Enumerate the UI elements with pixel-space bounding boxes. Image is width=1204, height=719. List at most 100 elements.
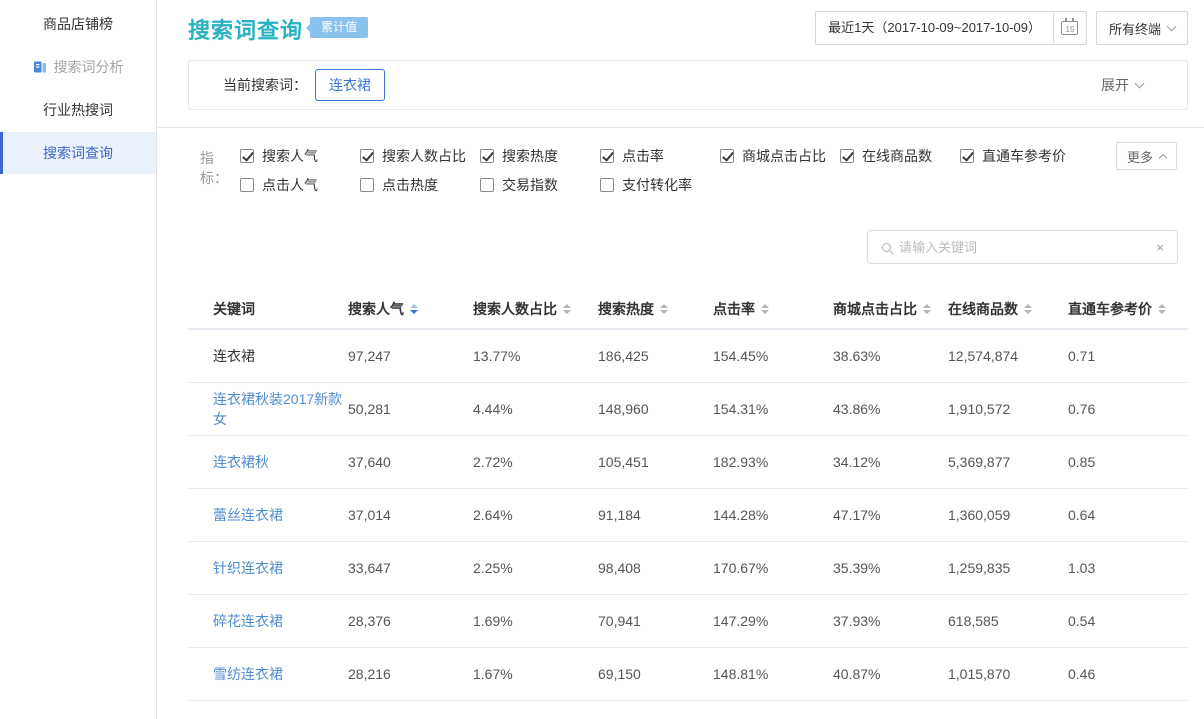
col-header-search-popularity[interactable]: 搜索人气 bbox=[348, 299, 473, 319]
value-cell: 37,014 bbox=[348, 507, 473, 523]
cumulative-badge: 累计值 bbox=[310, 17, 368, 38]
chevron-down-icon bbox=[1135, 78, 1145, 88]
keyword-search-box: × bbox=[867, 230, 1178, 264]
current-search-term-chip[interactable]: 连衣裙 bbox=[315, 69, 385, 101]
value-cell: 1.67% bbox=[473, 666, 598, 682]
value-cell: 37,640 bbox=[348, 454, 473, 470]
metric-ztc-reference-price[interactable]: 直通车参考价 bbox=[960, 146, 1066, 166]
metric-online-products[interactable]: 在线商品数 bbox=[840, 146, 960, 166]
checkbox-icon[interactable] bbox=[720, 149, 734, 163]
checkbox-icon[interactable] bbox=[840, 149, 854, 163]
value-cell: 1.69% bbox=[473, 613, 598, 629]
current-search-term-label: 当前搜索词： bbox=[223, 75, 307, 95]
value-cell: 1,360,059 bbox=[948, 507, 1068, 523]
table-row: 雪纺连衣裙 28,216 1.67% 69,150 148.81% 40.87%… bbox=[188, 648, 1188, 701]
value-cell: 147.29% bbox=[713, 613, 833, 629]
page-title: 搜索词查询 bbox=[188, 13, 303, 45]
metric-search-heat[interactable]: 搜索热度 bbox=[480, 146, 600, 166]
chevron-down-icon bbox=[1167, 21, 1177, 31]
clear-icon[interactable]: × bbox=[1156, 240, 1164, 255]
table-row: 连衣裙秋 37,640 2.72% 105,451 182.93% 34.12%… bbox=[188, 436, 1188, 489]
value-cell: 13.77% bbox=[473, 348, 598, 364]
value-cell: 0.64 bbox=[1068, 507, 1188, 523]
value-cell: 40.87% bbox=[833, 666, 948, 682]
sort-icon[interactable] bbox=[660, 304, 668, 314]
col-header-search-user-ratio[interactable]: 搜索人数占比 bbox=[473, 299, 598, 319]
value-cell: 0.71 bbox=[1068, 348, 1188, 364]
more-button[interactable]: 更多 bbox=[1116, 142, 1177, 170]
metrics-row-2: 点击人气 点击热度 交易指数 支付转化率 bbox=[240, 175, 1066, 195]
keyword-link[interactable]: 碎花连衣裙 bbox=[213, 611, 348, 631]
checkbox-icon[interactable] bbox=[360, 149, 374, 163]
col-header-online-products[interactable]: 在线商品数 bbox=[948, 299, 1068, 319]
checkbox-icon[interactable] bbox=[480, 149, 494, 163]
keyword-link[interactable]: 针织连衣裙 bbox=[213, 558, 348, 578]
col-header-click-rate[interactable]: 点击率 bbox=[713, 299, 833, 319]
value-cell: 47.17% bbox=[833, 507, 948, 523]
sidebar-item-label: 商品店铺榜 bbox=[43, 14, 113, 34]
keyword-link[interactable]: 连衣裙秋装2017新款女 bbox=[213, 389, 348, 429]
metric-mall-click-ratio[interactable]: 商城点击占比 bbox=[720, 146, 840, 166]
metric-transaction-index[interactable]: 交易指数 bbox=[480, 175, 600, 195]
sidebar-item-search-word-analysis[interactable]: 搜索词分析 bbox=[0, 46, 156, 88]
checkbox-icon[interactable] bbox=[240, 178, 254, 192]
topbar: 搜索词查询 累计值 最近1天（2017-10-09~2017-10-09） 15… bbox=[158, 0, 1204, 128]
value-cell: 97,247 bbox=[348, 348, 473, 364]
metric-click-rate[interactable]: 点击率 bbox=[600, 146, 720, 166]
sort-icon[interactable] bbox=[563, 304, 571, 314]
value-cell: 154.45% bbox=[713, 348, 833, 364]
sort-icon[interactable] bbox=[1158, 304, 1166, 314]
keyword-link[interactable]: 连衣裙秋 bbox=[213, 452, 348, 472]
sort-icon[interactable] bbox=[410, 304, 418, 314]
value-cell: 186,425 bbox=[598, 348, 713, 364]
calendar-button[interactable]: 15 bbox=[1053, 12, 1086, 44]
sort-icon[interactable] bbox=[761, 304, 769, 314]
checkbox-icon[interactable] bbox=[360, 178, 374, 192]
calendar-icon: 15 bbox=[1061, 21, 1078, 35]
value-cell: 37.93% bbox=[833, 613, 948, 629]
keyword-link[interactable]: 雪纺连衣裙 bbox=[213, 664, 348, 684]
analysis-icon bbox=[33, 60, 47, 74]
terminal-dropdown[interactable]: 所有终端 bbox=[1096, 11, 1188, 45]
metrics-panel: 指标： 搜索人气 搜索人数占比 搜索热度 点击率 bbox=[188, 146, 1066, 195]
expand-toggle[interactable]: 展开 bbox=[1101, 75, 1143, 95]
col-header-ztc-reference-price[interactable]: 直通车参考价 bbox=[1068, 299, 1188, 319]
value-cell: 28,376 bbox=[348, 613, 473, 629]
value-cell: 0.54 bbox=[1068, 613, 1188, 629]
col-header-keyword: 关键词 bbox=[213, 299, 348, 319]
keyword-cell: 连衣裙 bbox=[213, 346, 348, 366]
date-range-picker[interactable]: 最近1天（2017-10-09~2017-10-09） 15 bbox=[815, 11, 1087, 45]
keyword-link[interactable]: 蕾丝连衣裙 bbox=[213, 505, 348, 525]
table-row: 连衣裙 97,247 13.77% 186,425 154.45% 38.63%… bbox=[188, 330, 1188, 383]
sidebar-item-search-word-query[interactable]: 搜索词查询 bbox=[0, 132, 156, 174]
metric-payment-conversion[interactable]: 支付转化率 bbox=[600, 175, 692, 195]
metric-click-heat[interactable]: 点击热度 bbox=[360, 175, 480, 195]
value-cell: 98,408 bbox=[598, 560, 713, 576]
keyword-search-input[interactable] bbox=[899, 240, 1156, 255]
value-cell: 2.25% bbox=[473, 560, 598, 576]
value-cell: 33,647 bbox=[348, 560, 473, 576]
metric-search-user-ratio[interactable]: 搜索人数占比 bbox=[360, 146, 480, 166]
sidebar-item-industry-hot-words[interactable]: 行业热搜词 bbox=[0, 89, 156, 131]
sidebar-item-label: 搜索词分析 bbox=[54, 57, 124, 77]
sidebar-item-product-shop-rank[interactable]: 商品店铺榜 bbox=[0, 3, 156, 45]
value-cell: 105,451 bbox=[598, 454, 713, 470]
checkbox-icon[interactable] bbox=[600, 178, 614, 192]
metric-click-popularity[interactable]: 点击人气 bbox=[240, 175, 360, 195]
checkbox-icon[interactable] bbox=[240, 149, 254, 163]
sort-icon[interactable] bbox=[1024, 304, 1032, 314]
value-cell: 70,941 bbox=[598, 613, 713, 629]
checkbox-icon[interactable] bbox=[960, 149, 974, 163]
checkbox-icon[interactable] bbox=[600, 149, 614, 163]
metric-search-popularity[interactable]: 搜索人气 bbox=[240, 146, 360, 166]
value-cell: 2.64% bbox=[473, 507, 598, 523]
table-header-row: 关键词 搜索人气 搜索人数占比 搜索热度 点击率 商城点击占比 bbox=[188, 290, 1188, 330]
sort-icon[interactable] bbox=[923, 304, 931, 314]
col-header-mall-click-ratio[interactable]: 商城点击占比 bbox=[833, 299, 948, 319]
value-cell: 0.46 bbox=[1068, 666, 1188, 682]
value-cell: 91,184 bbox=[598, 507, 713, 523]
checkbox-icon[interactable] bbox=[480, 178, 494, 192]
value-cell: 69,150 bbox=[598, 666, 713, 682]
col-header-search-heat[interactable]: 搜索热度 bbox=[598, 299, 713, 319]
value-cell: 148.81% bbox=[713, 666, 833, 682]
